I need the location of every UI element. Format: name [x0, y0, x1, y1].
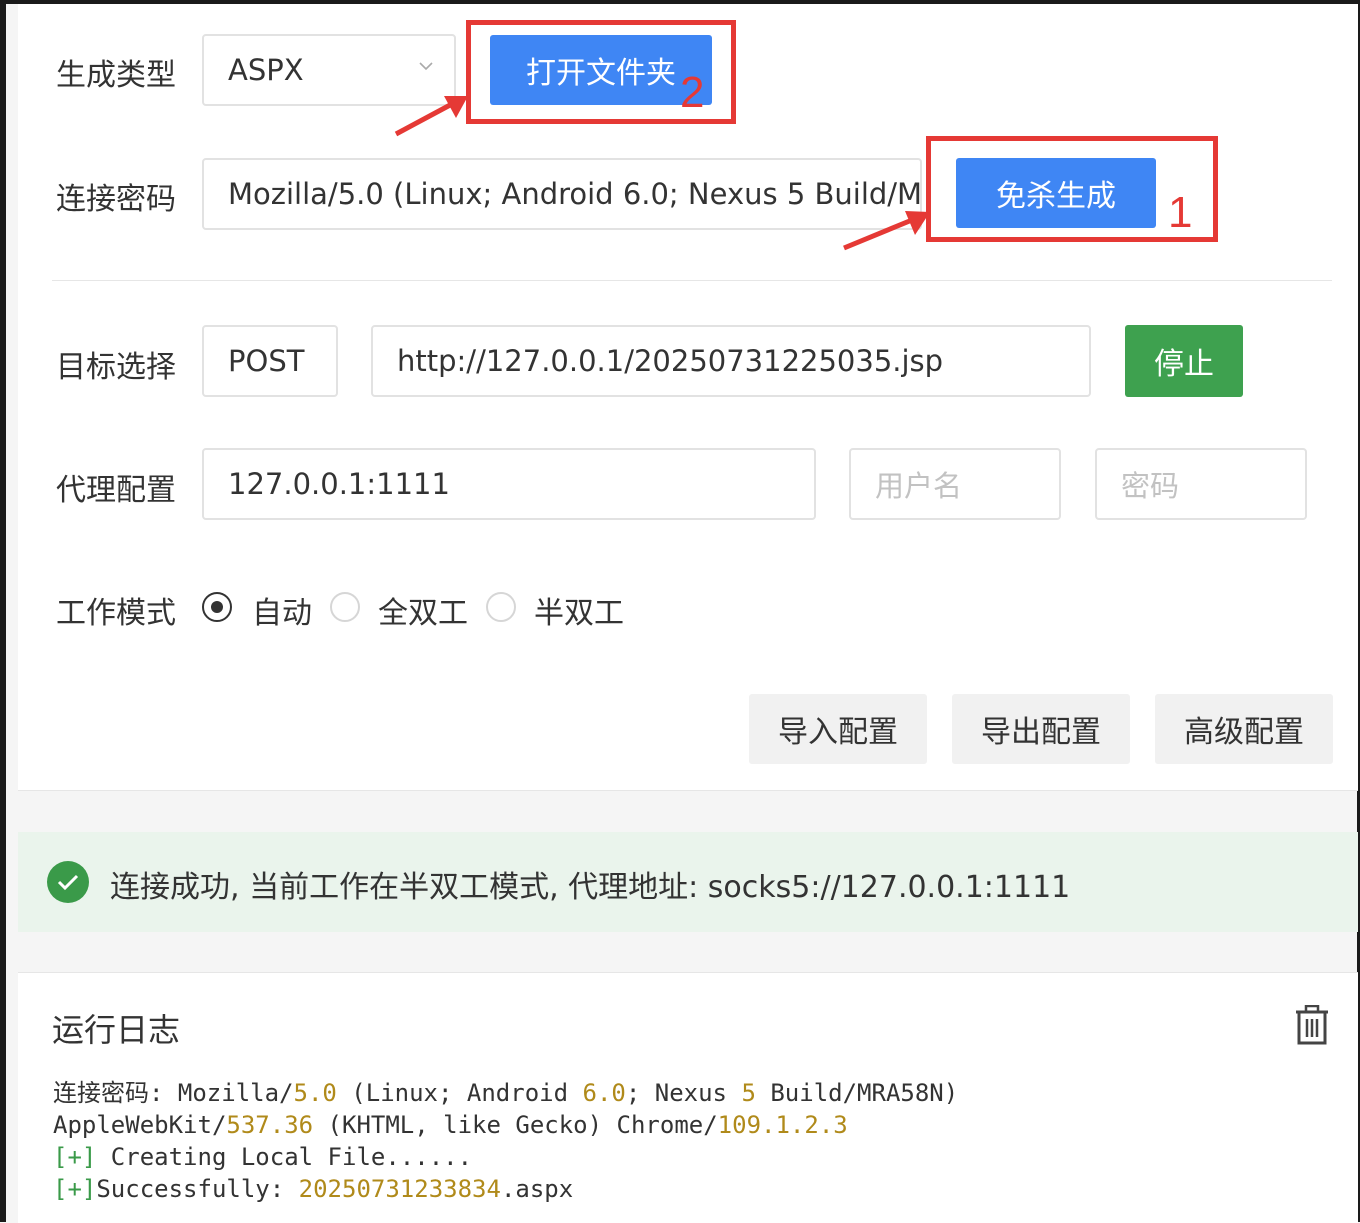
export-config-button[interactable]: 导出配置: [952, 694, 1130, 764]
import-config-button[interactable]: 导入配置: [749, 694, 927, 764]
log-line: [+]Successfully: 20250731233834.aspx: [53, 1175, 574, 1203]
target-label: 目标选择: [56, 350, 176, 385]
proxy-input[interactable]: 127.0.0.1:1111: [202, 448, 816, 520]
annotation-marker-1: 1: [1168, 188, 1193, 237]
check-circle-icon: [47, 861, 89, 903]
proxy-label: 代理配置: [56, 473, 176, 508]
status-text: 连接成功, 当前工作在半双工模式, 代理地址: socks5://127.0.0…: [110, 870, 1071, 905]
url-input[interactable]: http://127.0.0.1/20250731225035.jsp: [371, 325, 1091, 397]
mode-label-auto: 自动: [252, 596, 312, 631]
gen-type-select[interactable]: ASPX: [202, 34, 456, 106]
chevron-down-icon: [419, 62, 433, 71]
advanced-config-button[interactable]: 高级配置: [1155, 694, 1333, 764]
log-panel: 运行日志 连接密码: Mozilla/5.0 (Linux; Android 6…: [18, 972, 1358, 1223]
log-line: 连接密码: Mozilla/5.0 (Linux; Android 6.0; N…: [53, 1079, 959, 1107]
stop-button[interactable]: 停止: [1125, 325, 1243, 397]
mode-label-half-duplex: 半双工: [534, 596, 624, 631]
url-value: http://127.0.0.1/20250731225035.jsp: [397, 344, 944, 378]
password-input[interactable]: 密码: [1095, 448, 1307, 520]
mode-label-full-duplex: 全双工: [378, 596, 468, 631]
mode-radio-full-duplex[interactable]: [330, 592, 360, 622]
username-placeholder: 用户名: [875, 469, 963, 503]
mode-radio-auto[interactable]: [202, 592, 232, 622]
log-title: 运行日志: [52, 1011, 181, 1049]
log-line: [+] Creating Local File......: [53, 1143, 473, 1171]
method-select[interactable]: POST: [202, 325, 338, 397]
log-line: AppleWebKit/537.36 (KHTML, like Gecko) C…: [53, 1111, 848, 1139]
mode-radio-half-duplex[interactable]: [486, 592, 516, 622]
trash-icon[interactable]: [1294, 1005, 1330, 1045]
gen-type-label: 生成类型: [56, 58, 176, 93]
conn-pwd-label: 连接密码: [56, 182, 176, 217]
window-frame-left: [0, 0, 6, 1222]
proxy-value: 127.0.0.1:1111: [228, 467, 450, 501]
username-input[interactable]: 用户名: [849, 448, 1061, 520]
mode-label: 工作模式: [56, 596, 176, 631]
status-alert: 连接成功, 当前工作在半双工模式, 代理地址: socks5://127.0.0…: [18, 832, 1358, 932]
annotation-marker-2: 2: [680, 68, 705, 117]
gen-type-value: ASPX: [228, 53, 304, 87]
password-placeholder: 密码: [1121, 469, 1180, 503]
section-divider: [52, 280, 1332, 281]
method-value: POST: [228, 344, 305, 378]
log-content: 连接密码: Mozilla/5.0 (Linux; Android 6.0; N…: [53, 1077, 958, 1205]
conn-pwd-value: Mozilla/5.0 (Linux; Android 6.0; Nexus 5…: [228, 177, 922, 211]
conn-pwd-input[interactable]: Mozilla/5.0 (Linux; Android 6.0; Nexus 5…: [202, 158, 922, 230]
